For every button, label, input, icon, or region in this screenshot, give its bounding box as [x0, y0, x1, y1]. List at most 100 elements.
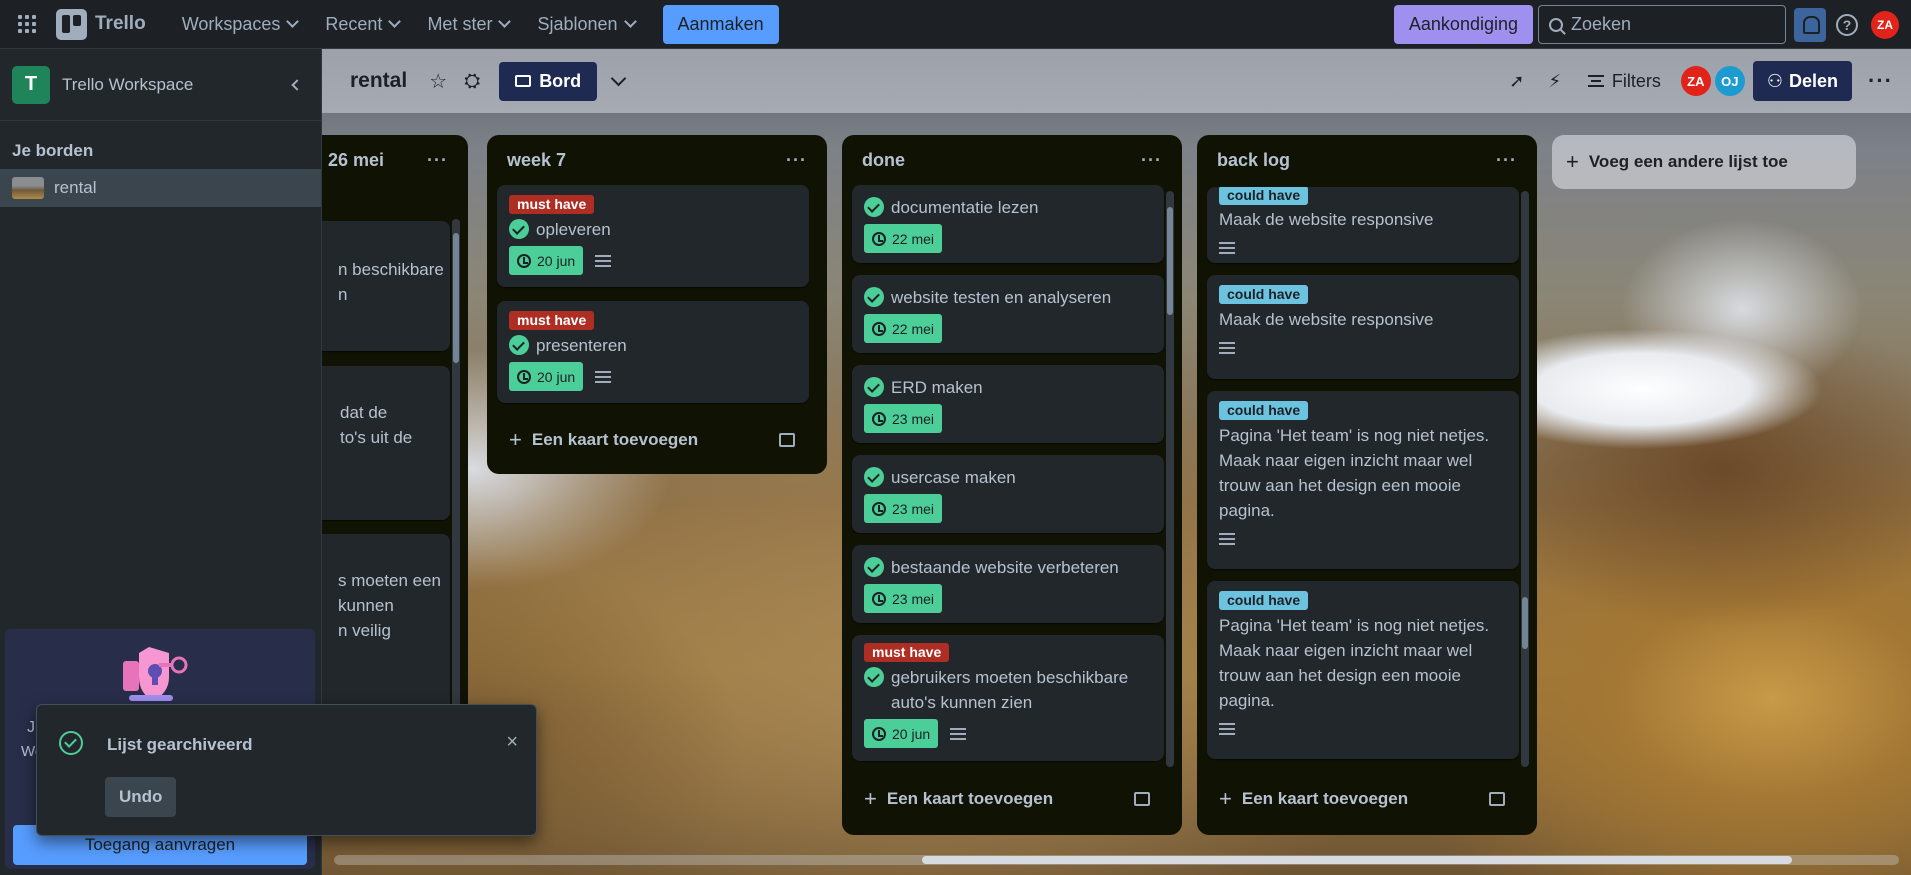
check-icon[interactable] — [864, 377, 884, 397]
chevron-down-icon[interactable] — [610, 70, 627, 86]
card[interactable]: n beschikbare n — [322, 221, 450, 351]
card[interactable]: could have Maak de website responsive — [1207, 275, 1519, 379]
collapse-sidebar-button[interactable] — [281, 71, 309, 99]
user-avatar[interactable]: ZA — [1871, 10, 1899, 39]
check-icon[interactable] — [864, 467, 884, 487]
list-scrollbar-thumb[interactable] — [1522, 597, 1528, 649]
apps-grid-icon[interactable] — [12, 9, 42, 39]
list-scrollbar-thumb[interactable] — [1167, 207, 1173, 315]
list-menu-icon[interactable]: ··· — [1141, 150, 1162, 171]
filters-button[interactable]: Filters — [1587, 71, 1661, 92]
check-icon[interactable] — [509, 335, 529, 355]
sidebar-board-rental[interactable]: rental — [0, 169, 321, 207]
lock-illustration-icon — [123, 647, 188, 701]
card[interactable]: must have presenteren 20 jun — [497, 301, 809, 403]
list-title[interactable]: back log — [1217, 150, 1290, 171]
menu-workspaces[interactable]: Workspaces — [168, 6, 312, 42]
card-title: usercase maken — [891, 468, 1016, 487]
check-icon[interactable] — [509, 219, 529, 239]
check-icon[interactable] — [864, 197, 884, 217]
visibility-icon[interactable]: ⛭ — [459, 68, 485, 94]
card-title-row: opleveren — [509, 217, 797, 242]
board-view-button[interactable]: Bord — [499, 61, 598, 101]
add-card-button[interactable]: + Een kaart toevoegen — [852, 777, 1170, 821]
card[interactable]: could have Pagina 'Het team' is nog niet… — [1207, 391, 1519, 569]
card[interactable]: website testen en analyseren 22 mei — [852, 275, 1164, 353]
trello-logo[interactable]: Trello — [56, 8, 146, 40]
announcement-button[interactable]: Aankondiging — [1393, 5, 1533, 44]
help-icon[interactable]: ? — [1836, 13, 1858, 36]
check-icon[interactable] — [864, 667, 884, 687]
list-title[interactable]: done — [862, 150, 905, 171]
due-date: 23 mei — [892, 500, 935, 517]
member-avatar[interactable]: ZA — [1680, 66, 1711, 96]
member-avatar[interactable]: OJ — [1714, 66, 1745, 96]
card-title: documentatie lezen — [891, 198, 1039, 217]
notifications-bell-icon[interactable] — [1794, 7, 1826, 42]
list-scrollbar[interactable] — [1521, 191, 1529, 767]
menu-recent[interactable]: Recent — [311, 6, 413, 42]
card-title: website testen en analyseren — [891, 288, 1112, 307]
share-button[interactable]: ⚇ Delen — [1752, 61, 1853, 101]
card[interactable]: could have Maak de website responsive — [1207, 187, 1519, 263]
due-date-badge[interactable]: 20 jun — [509, 362, 584, 391]
list-menu-icon[interactable]: ··· — [427, 150, 448, 171]
label-must-have: must have — [864, 643, 950, 662]
menu-starred[interactable]: Met ster — [413, 6, 523, 42]
list-menu-icon[interactable]: ··· — [786, 150, 807, 171]
template-icon[interactable] — [1489, 792, 1505, 806]
promo-text: J — [27, 719, 35, 736]
card[interactable]: must have gebruikers moeten beschikbare … — [852, 635, 1164, 761]
card[interactable]: usercase maken 23 mei — [852, 455, 1164, 533]
menu-templates[interactable]: Sjablonen — [523, 6, 648, 42]
card[interactable]: ERD maken 23 mei — [852, 365, 1164, 443]
list-scrollbar[interactable] — [1166, 191, 1174, 767]
check-icon[interactable] — [864, 287, 884, 307]
list-title[interactable]: week 7 — [507, 150, 566, 171]
list-scrollbar[interactable] — [452, 219, 460, 739]
create-button[interactable]: Aanmaken — [662, 4, 779, 44]
rocket-icon[interactable]: ➚ — [1504, 68, 1530, 94]
automation-icon[interactable]: ⚡ — [1542, 68, 1568, 94]
board-canvas: rental ☆ ⛭ Bord ➚ ⚡ Filters ZA OJ ⚇ Dele… — [322, 49, 1911, 875]
card[interactable]: documentatie lezen 22 mei — [852, 185, 1164, 263]
due-date-badge[interactable]: 23 mei — [864, 494, 943, 523]
board-menu-button[interactable]: ··· — [1868, 68, 1893, 94]
workspace-name[interactable]: Trello Workspace — [62, 75, 193, 95]
card-badges: 22 mei — [864, 224, 1152, 253]
undo-button[interactable]: Undo — [105, 777, 177, 817]
due-date-badge[interactable]: 20 jun — [509, 246, 584, 275]
star-icon[interactable]: ☆ — [425, 68, 451, 94]
template-icon[interactable] — [779, 433, 795, 447]
due-date-badge[interactable]: 23 mei — [864, 584, 943, 613]
search-input[interactable] — [1571, 14, 1771, 35]
board-scrollbar-thumb[interactable] — [922, 856, 1792, 864]
board-title[interactable]: rental — [350, 69, 407, 93]
board-thumbnail — [12, 177, 44, 199]
list-scrollbar-thumb[interactable] — [453, 233, 459, 363]
due-date-badge[interactable]: 23 mei — [864, 404, 943, 433]
card-badges: 20 jun — [864, 719, 1152, 748]
label-could-have: could have — [1219, 285, 1309, 304]
board-horizontal-scrollbar[interactable] — [334, 855, 1899, 865]
due-date-badge[interactable]: 22 mei — [864, 314, 943, 343]
close-icon[interactable]: × — [506, 731, 518, 754]
add-card-button[interactable]: + Een kaart toevoegen — [1207, 777, 1525, 821]
list-title[interactable]: 26 mei — [328, 150, 384, 171]
add-card-button[interactable]: + Een kaart toevoegen — [497, 418, 815, 462]
list-menu-icon[interactable]: ··· — [1496, 150, 1517, 171]
due-date-badge[interactable]: 20 jun — [864, 719, 939, 748]
card[interactable]: bestaande website verbeteren 23 mei — [852, 545, 1164, 623]
check-icon[interactable] — [864, 557, 884, 577]
card-badges — [1219, 533, 1507, 545]
card[interactable]: dat de to's uit de — [322, 366, 450, 520]
workspace-logo[interactable]: T — [12, 65, 50, 104]
template-icon[interactable] — [1134, 792, 1150, 806]
card[interactable]: could have Pagina 'Het team' is nog niet… — [1207, 581, 1519, 759]
plus-icon: + — [864, 786, 877, 811]
due-date-badge[interactable]: 22 mei — [864, 224, 943, 253]
list-week-7: week 7 ··· must have opleveren 20 jun mu… — [487, 135, 827, 474]
add-list-button[interactable]: + Voeg een andere lijst toe — [1552, 135, 1856, 189]
card[interactable]: must have opleveren 20 jun — [497, 185, 809, 287]
search-box[interactable] — [1538, 5, 1786, 44]
